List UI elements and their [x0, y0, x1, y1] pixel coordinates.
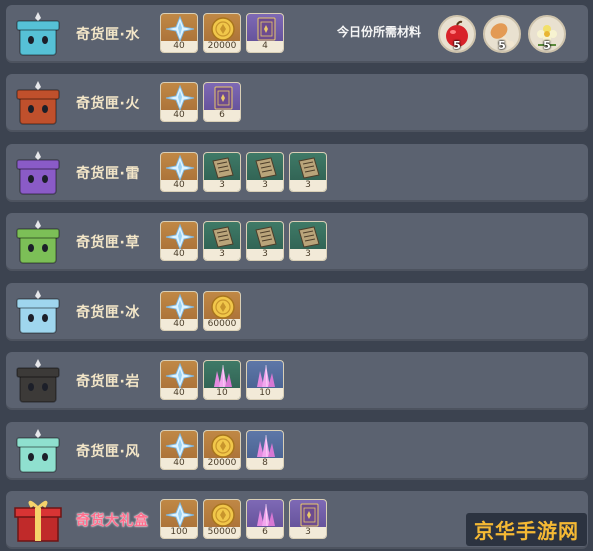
- reward-item[interactable]: 50000: [203, 499, 241, 539]
- chest-row: 奇货匣·草 40 3 3 3: [6, 213, 588, 271]
- chest-name: 奇货匣·水: [76, 27, 140, 43]
- reward-quantity: 40: [161, 319, 197, 330]
- reward-item[interactable]: 6: [246, 499, 284, 539]
- reward-list: 40 20000 8: [160, 430, 284, 470]
- chest-name: 奇货匣·岩: [76, 374, 140, 390]
- reward-item[interactable]: 3: [289, 499, 327, 539]
- reward-quantity: 6: [204, 110, 240, 121]
- reward-item[interactable]: 100: [160, 499, 198, 539]
- daily-material[interactable]: 5: [528, 15, 566, 53]
- chest-name: 奇货大礼盒: [76, 513, 149, 529]
- chest-row: 奇货匣·水 40 20000 4 今日份所需材料 5 5 5: [6, 5, 588, 63]
- chest-row: 奇货匣·火 40 6: [6, 74, 588, 132]
- reward-item[interactable]: 6: [203, 82, 241, 122]
- reward-quantity: 3: [247, 249, 283, 260]
- reward-quantity: 100: [161, 527, 197, 538]
- reward-quantity: 50000: [204, 527, 240, 538]
- watermark: 京华手游网: [466, 513, 587, 546]
- reward-quantity: 3: [204, 249, 240, 260]
- reward-item[interactable]: 10: [246, 360, 284, 400]
- reward-list: 40 3 3 3: [160, 152, 327, 192]
- reward-item[interactable]: 60000: [203, 291, 241, 331]
- reward-item[interactable]: 3: [203, 152, 241, 192]
- reward-list: 40 6: [160, 82, 241, 122]
- reward-item[interactable]: 3: [246, 152, 284, 192]
- reward-quantity: 3: [290, 527, 326, 538]
- reward-item[interactable]: 40: [160, 152, 198, 192]
- chest-name: 奇货匣·草: [76, 235, 140, 251]
- chest-name: 奇货匣·冰: [76, 305, 140, 321]
- reward-quantity: 3: [204, 180, 240, 191]
- reward-quantity: 3: [290, 180, 326, 191]
- reward-quantity: 20000: [204, 458, 240, 469]
- reward-list: 40 60000: [160, 291, 241, 331]
- reward-quantity: 8: [247, 458, 283, 469]
- reward-quantity: 3: [290, 249, 326, 260]
- reward-item[interactable]: 3: [246, 221, 284, 261]
- chest-row: 奇货匣·岩 40 10 10: [6, 352, 588, 410]
- reward-item[interactable]: 3: [203, 221, 241, 261]
- material-count: 5: [543, 39, 551, 52]
- reward-quantity: 40: [161, 249, 197, 260]
- reward-item[interactable]: 8: [246, 430, 284, 470]
- reward-list: 100 50000 6 3: [160, 499, 327, 539]
- chest-icon: [12, 217, 64, 269]
- daily-materials-label: 今日份所需材料: [337, 25, 422, 39]
- reward-item[interactable]: 40: [160, 291, 198, 331]
- gift-box-icon: [12, 495, 64, 547]
- material-count: 5: [498, 39, 506, 52]
- reward-quantity: 10: [247, 388, 283, 399]
- reward-item[interactable]: 20000: [203, 430, 241, 470]
- reward-quantity: 40: [161, 41, 197, 52]
- chest-icon: [12, 426, 64, 478]
- reward-item[interactable]: 40: [160, 221, 198, 261]
- reward-item[interactable]: 3: [289, 221, 327, 261]
- reward-quantity: 4: [247, 41, 283, 52]
- reward-quantity: 6: [247, 527, 283, 538]
- chest-name: 奇货匣·风: [76, 444, 140, 460]
- material-count: 5: [453, 39, 461, 52]
- reward-list: 40 20000 4: [160, 13, 284, 53]
- reward-quantity: 10: [204, 388, 240, 399]
- chest-name: 奇货匣·雷: [76, 166, 140, 182]
- reward-list: 40 10 10: [160, 360, 284, 400]
- chest-name: 奇货匣·火: [76, 96, 140, 112]
- chest-icon: [12, 356, 64, 408]
- daily-material[interactable]: 5: [438, 15, 476, 53]
- chest-icon: [12, 9, 64, 61]
- reward-item[interactable]: 10: [203, 360, 241, 400]
- reward-quantity: 40: [161, 180, 197, 191]
- chest-materials-page: { "daily_materials": { "label": "今日份所需材料…: [0, 0, 593, 550]
- reward-quantity: 40: [161, 110, 197, 121]
- chest-row: 奇货匣·冰 40 60000: [6, 283, 588, 341]
- chest-icon: [12, 287, 64, 339]
- reward-item[interactable]: 40: [160, 82, 198, 122]
- reward-list: 40 3 3 3: [160, 221, 327, 261]
- reward-quantity: 60000: [204, 319, 240, 330]
- reward-item[interactable]: 40: [160, 430, 198, 470]
- reward-quantity: 40: [161, 388, 197, 399]
- chest-icon: [12, 78, 64, 130]
- reward-item[interactable]: 4: [246, 13, 284, 53]
- reward-item[interactable]: 20000: [203, 13, 241, 53]
- reward-item[interactable]: 40: [160, 360, 198, 400]
- reward-quantity: 40: [161, 458, 197, 469]
- reward-item[interactable]: 3: [289, 152, 327, 192]
- chest-row: 奇货匣·风 40 20000 8: [6, 422, 588, 480]
- daily-material[interactable]: 5: [483, 15, 521, 53]
- chest-row: 奇货匣·雷 40 3 3 3: [6, 144, 588, 202]
- reward-quantity: 20000: [204, 41, 240, 52]
- reward-item[interactable]: 40: [160, 13, 198, 53]
- reward-quantity: 3: [247, 180, 283, 191]
- chest-icon: [12, 148, 64, 200]
